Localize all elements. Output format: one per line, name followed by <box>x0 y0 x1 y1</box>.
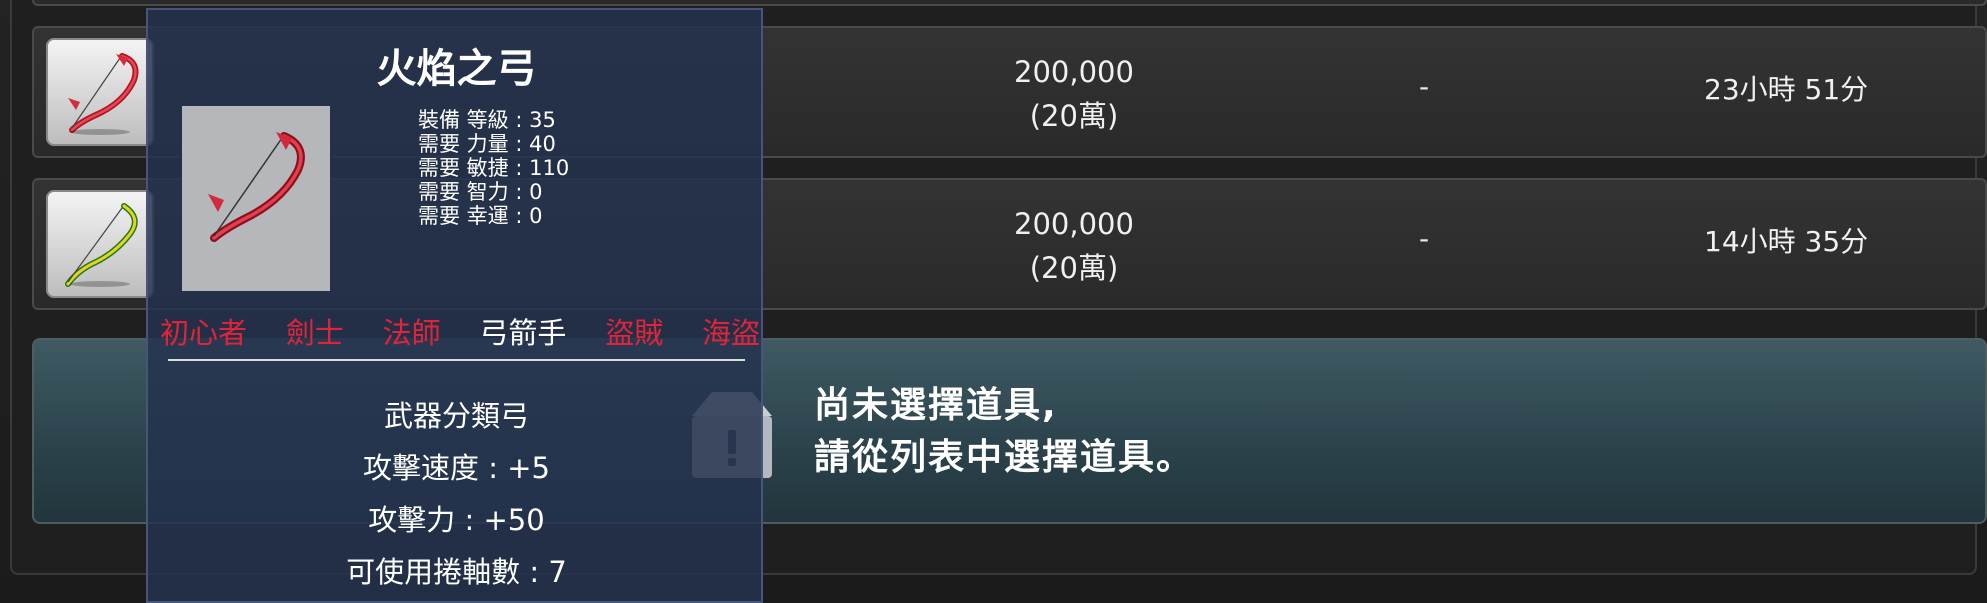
price-short: (20萬) <box>1029 99 1119 133</box>
stat-label: 裝備 等級 <box>418 108 509 132</box>
job-requirements: 初心者 劍士 法師 弓箭手 盜賊 海盜 <box>160 310 760 352</box>
auction-panel: 200,000 (20萬) - 23小時 51分 200,000 (20萬) -… <box>0 0 1987 603</box>
price-cell: 200,000 (20萬) <box>974 50 1174 138</box>
job-bowman: 弓箭手 <box>479 316 567 350</box>
stat-value: 110 <box>529 156 570 180</box>
weapon-type: 武器分類弓 <box>383 399 529 433</box>
tooltip-item-name: 火焰之弓 <box>376 46 537 92</box>
price-value: 200,000 <box>1014 207 1134 241</box>
stat-line: 需要 智力 : 0 <box>418 180 543 204</box>
tooltip-properties: 武器分類弓 攻擊速度 : +5 攻擊力 : +50 可使用捲軸數 : 7 <box>148 390 765 598</box>
job-pirate: 海盜 <box>701 316 760 350</box>
stat-label: 需要 智力 <box>418 180 509 204</box>
bow-drawing <box>65 203 138 287</box>
stat-label: 需要 敏捷 <box>418 156 509 180</box>
stat-value: 0 <box>529 204 543 228</box>
extra-cell: - <box>1419 222 1430 255</box>
stat-line: 需要 敏捷 : 110 <box>418 156 570 180</box>
stat-value: 0 <box>529 180 543 204</box>
time-left: 14小時 35分 <box>1704 225 1869 258</box>
stat-line: 需要 力量 : 40 <box>418 132 556 156</box>
price-cell: 200,000 (20萬) <box>974 202 1174 290</box>
tooltip-item-image <box>182 106 330 291</box>
job-thief: 盜賊 <box>605 316 664 350</box>
flame-bow-icon <box>208 132 305 242</box>
scroll-slots: 可使用捲軸數 : 7 <box>346 555 567 589</box>
item-tooltip: 火焰之弓 裝備 等級 : 35 需要 力量 : 40 需要 敏捷 : 110 需… <box>146 8 763 603</box>
listing-row-partial[interactable] <box>32 0 1987 6</box>
attack-power: 攻擊力 : +50 <box>368 503 545 537</box>
empty-state-message: 尚未選擇道具, 請從列表中選擇道具。 <box>814 380 1194 484</box>
stat-line: 需要 幸運 : 0 <box>418 204 543 228</box>
stat-label: 需要 幸運 <box>418 204 509 228</box>
empty-state-line1: 尚未選擇道具, <box>814 385 1058 426</box>
extra-cell: - <box>1419 70 1430 103</box>
attack-speed: 攻擊速度 : +5 <box>363 451 550 485</box>
job-warrior: 劍士 <box>285 316 344 350</box>
stat-value: 40 <box>529 132 556 156</box>
stat-value: 35 <box>529 108 556 132</box>
time-left: 23小時 51分 <box>1704 73 1869 106</box>
price-value: 200,000 <box>1014 55 1134 89</box>
stat-line: 裝備 等級 : 35 <box>418 108 556 132</box>
green-bow-icon[interactable] <box>46 190 154 298</box>
empty-state-line2: 請從列表中選擇道具。 <box>814 437 1195 478</box>
job-magician: 法師 <box>382 316 441 350</box>
job-beginner: 初心者 <box>160 316 248 350</box>
bow-drawing <box>68 53 139 135</box>
price-short: (20萬) <box>1029 251 1119 285</box>
tooltip-divider <box>168 359 745 361</box>
tooltip-stats: 裝備 等級 : 35 需要 力量 : 40 需要 敏捷 : 110 需要 智力 … <box>418 108 569 228</box>
flame-bow-icon[interactable] <box>46 38 154 146</box>
stat-label: 需要 力量 <box>418 132 509 156</box>
